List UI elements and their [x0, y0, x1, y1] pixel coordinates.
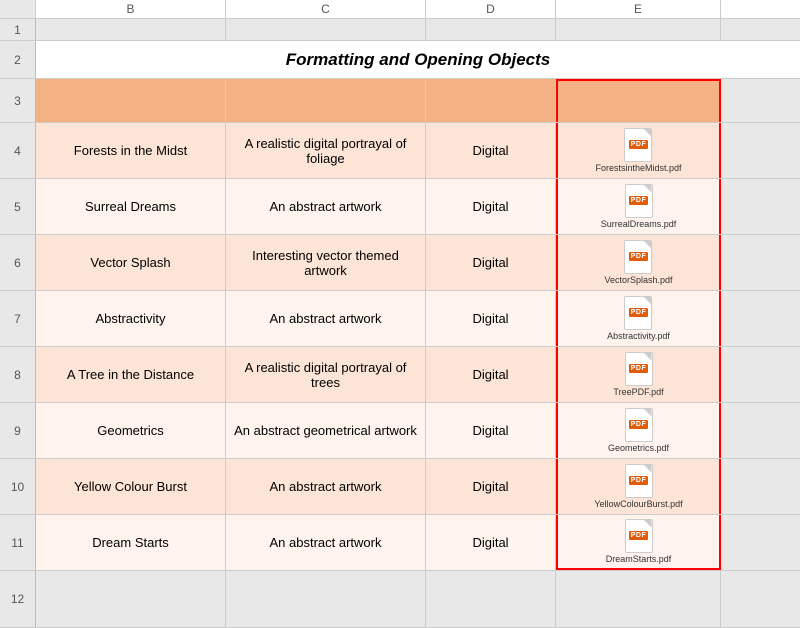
rownum-2: 2	[0, 41, 36, 78]
pdf-icon-3: PDF	[624, 296, 652, 330]
col-c-header: C	[226, 0, 426, 18]
cell-desc-0: A realistic digital portrayal of foliage	[226, 123, 426, 178]
header-description	[226, 79, 426, 122]
rownum-11: 11	[0, 515, 36, 570]
rownum-10: 10	[0, 459, 36, 514]
pdf-filename-1: SurrealDreams.pdf	[601, 220, 677, 230]
col-b-header: B	[36, 0, 226, 18]
cell-desc-2: Interesting vector themed artwork	[226, 235, 426, 290]
cell-type-5: Digital	[426, 403, 556, 458]
data-row-5: 5Surreal DreamsAn abstract artworkDigita…	[0, 179, 800, 235]
header-type	[426, 79, 556, 122]
cell-artwork-5[interactable]: PDF Geometrics.pdf	[556, 403, 721, 458]
data-row-9: 9GeometricsAn abstract geometrical artwo…	[0, 403, 800, 459]
spreadsheet: B C D E 1 2Formatting and Opening Object…	[0, 0, 800, 628]
pdf-filename-5: Geometrics.pdf	[608, 444, 669, 454]
cell-artwork-0[interactable]: PDF ForestsintheMidst.pdf	[556, 123, 721, 178]
cell-artwork-3[interactable]: PDF Abstractivity.pdf	[556, 291, 721, 346]
cell-1d	[426, 19, 556, 40]
cell-1e	[556, 19, 721, 40]
cell-name-1: Surreal Dreams	[36, 179, 226, 234]
cell-12d	[426, 571, 556, 627]
pdf-icon-1: PDF	[625, 184, 653, 218]
cell-name-0: Forests in the Midst	[36, 123, 226, 178]
cell-type-4: Digital	[426, 347, 556, 402]
cell-artwork-7[interactable]: PDF DreamStarts.pdf	[556, 515, 721, 570]
pdf-icon-0: PDF	[624, 128, 652, 162]
data-row-7: 7AbstractivityAn abstract artworkDigital…	[0, 291, 800, 347]
cell-artwork-4[interactable]: PDF TreePDF.pdf	[556, 347, 721, 402]
rownum-1: 1	[0, 19, 36, 40]
cell-name-6: Yellow Colour Burst	[36, 459, 226, 514]
cell-type-1: Digital	[426, 179, 556, 234]
pdf-icon-4: PDF	[625, 352, 653, 386]
rownum-6: 6	[0, 235, 36, 290]
rownum-8: 8	[0, 347, 36, 402]
header-name	[36, 79, 226, 122]
cell-name-7: Dream Starts	[36, 515, 226, 570]
data-row-4: 4Forests in the MidstA realistic digital…	[0, 123, 800, 179]
cell-artwork-2[interactable]: PDF VectorSplash.pdf	[556, 235, 721, 290]
cell-name-5: Geometrics	[36, 403, 226, 458]
data-row-8: 8A Tree in the DistanceA realistic digit…	[0, 347, 800, 403]
cell-type-2: Digital	[426, 235, 556, 290]
data-row-11: 11Dream StartsAn abstract artworkDigital…	[0, 515, 800, 571]
cell-desc-4: A realistic digital portrayal of trees	[226, 347, 426, 402]
title-cell: Formatting and Opening Objects	[36, 41, 800, 78]
pdf-filename-6: YellowColourBurst.pdf	[594, 500, 682, 510]
cell-desc-1: An abstract artwork	[226, 179, 426, 234]
header-row: 3	[0, 79, 800, 123]
cell-1c	[226, 19, 426, 40]
pdf-filename-2: VectorSplash.pdf	[604, 276, 672, 286]
pdf-icon-7: PDF	[625, 519, 653, 553]
rownum-5: 5	[0, 179, 36, 234]
cell-12c	[226, 571, 426, 627]
row-2: 2Formatting and Opening Objects	[0, 41, 800, 79]
cell-type-3: Digital	[426, 291, 556, 346]
pdf-filename-7: DreamStarts.pdf	[606, 555, 672, 565]
cell-name-3: Abstractivity	[36, 291, 226, 346]
cell-12b	[36, 571, 226, 627]
pdf-icon-5: PDF	[625, 408, 653, 442]
col-e-header: E	[556, 0, 721, 18]
cell-artwork-6[interactable]: PDF YellowColourBurst.pdf	[556, 459, 721, 514]
col-headers: B C D E	[0, 0, 800, 19]
cell-artwork-1[interactable]: PDF SurrealDreams.pdf	[556, 179, 721, 234]
cell-desc-3: An abstract artwork	[226, 291, 426, 346]
cell-desc-5: An abstract geometrical artwork	[226, 403, 426, 458]
header-actual	[556, 79, 721, 122]
pdf-filename-3: Abstractivity.pdf	[607, 332, 670, 342]
rownum-12: 12	[0, 571, 36, 627]
pdf-filename-4: TreePDF.pdf	[613, 388, 663, 398]
rownum-3: 3	[0, 79, 36, 122]
cell-1b	[36, 19, 226, 40]
cell-12e	[556, 571, 721, 627]
pdf-icon-6: PDF	[625, 464, 653, 498]
cell-desc-6: An abstract artwork	[226, 459, 426, 514]
data-row-10: 10Yellow Colour BurstAn abstract artwork…	[0, 459, 800, 515]
data-row-6: 6Vector SplashInteresting vector themed …	[0, 235, 800, 291]
col-d-header: D	[426, 0, 556, 18]
rownum-9: 9	[0, 403, 36, 458]
pdf-icon-2: PDF	[624, 240, 652, 274]
row-12: 12	[0, 571, 800, 628]
col-a-header	[0, 0, 36, 18]
rownum-7: 7	[0, 291, 36, 346]
cell-type-6: Digital	[426, 459, 556, 514]
rownum-4: 4	[0, 123, 36, 178]
cell-name-4: A Tree in the Distance	[36, 347, 226, 402]
cell-type-0: Digital	[426, 123, 556, 178]
row-1: 1	[0, 19, 800, 41]
pdf-filename-0: ForestsintheMidst.pdf	[595, 164, 681, 174]
cell-name-2: Vector Splash	[36, 235, 226, 290]
data-rows: 4Forests in the MidstA realistic digital…	[0, 123, 800, 571]
cell-type-7: Digital	[426, 515, 556, 570]
cell-desc-7: An abstract artwork	[226, 515, 426, 570]
